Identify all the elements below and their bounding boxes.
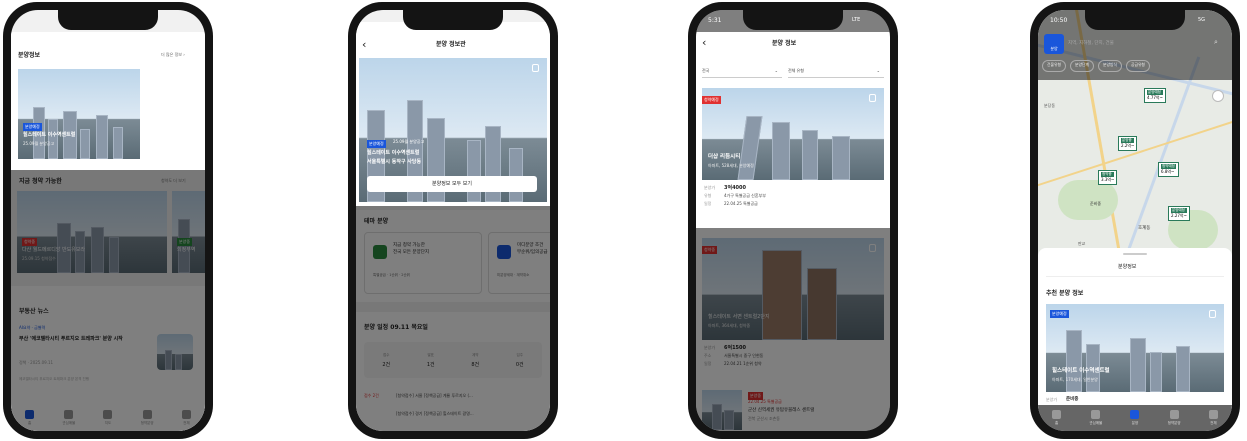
- type-label: 유형: [704, 193, 712, 198]
- notch: [1085, 10, 1185, 30]
- status-time: 5:31: [708, 17, 722, 24]
- map-price-pin[interactable]: 청약예정 6.8억~: [1158, 162, 1179, 177]
- back-icon[interactable]: ‹: [362, 38, 366, 51]
- sheet-handle[interactable]: [1123, 253, 1147, 255]
- filter-bar: 건물유형 분양단계 분양방식 공급유형: [1042, 60, 1232, 72]
- status-badge: 분양예정: [1050, 310, 1069, 318]
- bookmark-icon[interactable]: [869, 94, 876, 102]
- hero-title: 힐스테이트 이수역센트럴: [23, 132, 76, 138]
- listing-title: 더샵 리듬시티: [708, 154, 741, 160]
- phone1-screen: 분양정보 더 많은 정보 › 분양예정 힐스테이트 이수역센트럴 25.09월 …: [11, 10, 205, 431]
- notch: [403, 10, 503, 30]
- date-value: 22.04.25 특별공급: [724, 201, 758, 206]
- highlight-area: ‹ 분양 정보관 분양예정 25.09월 분양공고 힐스테이트 이수역센트럴 서…: [356, 22, 550, 206]
- filter-chip[interactable]: 분양방식: [1097, 60, 1122, 72]
- phone-frame-2: ‹ 분양 정보관 분양예정 25.09월 분양공고 힐스테이트 이수역센트럴 서…: [348, 2, 558, 439]
- hero-image[interactable]: 분양예정 25.09월 분양공고 힐스테이트 이수역센트럴 서울특별시 동작구 …: [357, 56, 549, 204]
- map-place-label: 호계동: [1138, 226, 1151, 231]
- region-select[interactable]: 전국 ⌄: [702, 64, 782, 78]
- status-network: 5G: [1198, 17, 1206, 23]
- chevron-right-icon: ›: [183, 52, 185, 57]
- notch: [58, 10, 158, 30]
- dim-overlay: [696, 228, 890, 431]
- map-place-label: 판교: [1078, 241, 1086, 246]
- map-price-pin[interactable]: 분양예정 2.27억~: [1168, 206, 1190, 221]
- status-network: LTE: [852, 17, 861, 23]
- chevron-down-icon: ⌄: [774, 68, 778, 73]
- map-pin-icon: [1130, 410, 1140, 419]
- price-label: 분양가: [704, 185, 716, 190]
- tab-favorites[interactable]: 관심매물: [1089, 410, 1102, 426]
- view-all-button[interactable]: 분양정보 모두 보기: [367, 176, 537, 192]
- chevron-down-icon: ⌄: [876, 68, 880, 73]
- filter-chip[interactable]: 공급유형: [1125, 60, 1150, 72]
- recommend-sub: 아파트, 170세대, 일반분양: [1052, 377, 1098, 382]
- status-badge: 분양예정: [23, 123, 42, 131]
- recommend-title: 추천 분양 정보: [1046, 290, 1084, 297]
- type-select[interactable]: 전체 유형 ⌄: [788, 64, 884, 78]
- recommend-name: 힐스테이트 이수역센트럴: [1052, 368, 1110, 374]
- filter-chip[interactable]: 건물유형: [1042, 60, 1066, 72]
- bookmark-icon[interactable]: [532, 64, 539, 72]
- status-time: 10:50: [1050, 17, 1068, 24]
- recommend-price-label: 분양가: [1046, 397, 1058, 402]
- status-badge: 분양예정: [367, 140, 386, 148]
- map-price-pin[interactable]: 분양중 2.2억~: [1118, 136, 1138, 151]
- map-price-pin[interactable]: 청약중 3.3억~: [1098, 170, 1118, 185]
- person-icon: [1169, 410, 1179, 419]
- location-icon[interactable]: [1212, 90, 1224, 102]
- listing-sub: 아파트, 528세대, 분양예정: [708, 163, 754, 168]
- back-icon[interactable]: ‹: [702, 36, 706, 49]
- phone3-screen: 5:31 LTE ‹ 분양 정보 전국 ⌄ 전체 유형 ⌄ 청약예정 더샵 리듬시티…: [696, 10, 890, 431]
- more-link[interactable]: 더 많은 정보 ›: [161, 52, 185, 58]
- price-value: 3억4000: [724, 185, 746, 191]
- status-badge: 청약예정: [702, 96, 721, 104]
- bookmark-icon[interactable]: [1209, 310, 1216, 318]
- tab-home[interactable]: 홈: [1052, 410, 1062, 426]
- map-place-label: 분당동: [1044, 103, 1056, 108]
- hero-date: 25.09월 분양공고: [393, 139, 425, 144]
- tab-bar: 홈 관심매물 분양 청약분양 전체: [1038, 405, 1232, 431]
- phone4-screen: 분당동 준비중 호계동 판교 분양예정 4.77억~ 분양중 2.2억~ 청약예정 6…: [1038, 10, 1232, 431]
- recommend-price: 준비중: [1066, 397, 1079, 402]
- search-icon[interactable]: ⌕: [1214, 38, 1218, 46]
- listing-image-1[interactable]: 청약예정 더샵 리듬시티 아파트, 528세대, 분양예정: [702, 88, 884, 180]
- hero-date: 25.09월 분양공고: [23, 141, 55, 146]
- presale-tab[interactable]: 분양: [1044, 34, 1064, 54]
- hero-image[interactable]: 분양예정 힐스테이트 이수역센트럴 25.09월 분양공고: [18, 69, 140, 159]
- phone2-screen: ‹ 분양 정보관 분양예정 25.09월 분양공고 힐스테이트 이수역센트럴 서…: [356, 10, 550, 431]
- tab-presale[interactable]: 분양: [1130, 410, 1140, 426]
- phone-frame-1: 분양정보 더 많은 정보 › 분양예정 힐스테이트 이수역센트럴 25.09월 …: [3, 2, 213, 439]
- search-input[interactable]: 지역, 지하철, 단지, 건물: [1068, 36, 1218, 52]
- filter-chip[interactable]: 분양단계: [1069, 60, 1094, 72]
- date-label: 일정: [704, 201, 712, 206]
- grid-icon: [1208, 410, 1218, 419]
- tab-subscription[interactable]: 청약분양: [1168, 410, 1181, 426]
- notch: [743, 10, 843, 30]
- map-place-label: 준비중: [1090, 201, 1102, 206]
- bottom-sheet[interactable]: 분양정보 추천 분양 정보 분양예정 힐스테이트 이수역센트럴 아파트, 170…: [1038, 248, 1232, 409]
- hero-title: 힐스테이트 이수역센트럴: [367, 150, 420, 156]
- hero-subtitle: 서울특별시 동작구 사당동: [367, 159, 422, 165]
- header-title: 분양 정보: [772, 40, 797, 47]
- highlight-card: 분양정보 더 많은 정보 › 분양예정 힐스테이트 이수역센트럴 25.09월 …: [11, 32, 205, 170]
- heart-icon: [1091, 410, 1101, 419]
- dim-overlay: [11, 170, 205, 431]
- dim-overlay: [356, 206, 550, 431]
- section-title: 분양정보: [18, 52, 41, 59]
- recommend-card[interactable]: 분양예정 힐스테이트 이수역센트럴 아파트, 170세대, 일반분양: [1046, 304, 1224, 392]
- sheet-title: 분양정보: [1118, 264, 1137, 270]
- home-icon: [1052, 410, 1062, 419]
- header-title: 분양 정보관: [436, 41, 466, 48]
- type-value: 4가구 특별공급 신혼부부: [724, 193, 766, 198]
- tab-all[interactable]: 전체: [1208, 410, 1218, 426]
- phone-frame-4: 분당동 준비중 호계동 판교 분양예정 4.77억~ 분양중 2.2억~ 청약예정 6…: [1030, 2, 1240, 439]
- phone-frame-3: 5:31 LTE ‹ 분양 정보 전국 ⌄ 전체 유형 ⌄ 청약예정 더샵 리듬시티…: [688, 2, 898, 439]
- map-price-pin[interactable]: 분양예정 4.77억~: [1144, 88, 1166, 103]
